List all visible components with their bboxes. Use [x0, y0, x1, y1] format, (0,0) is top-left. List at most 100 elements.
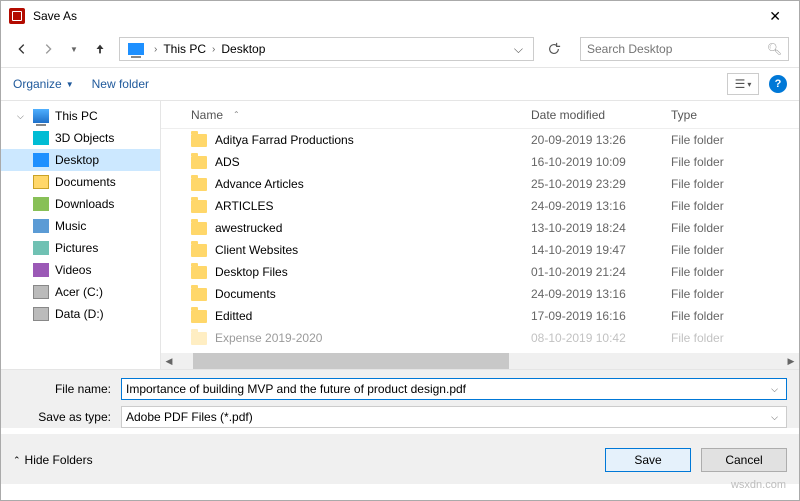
tree-item-downloads[interactable]: Downloads — [1, 193, 160, 215]
file-name: awestrucked — [215, 221, 282, 235]
file-date: 13-10-2019 18:24 — [531, 221, 671, 235]
file-name: Advance Articles — [215, 177, 304, 191]
column-name[interactable]: Name⌃ — [161, 108, 531, 122]
search-input[interactable] — [587, 42, 767, 56]
tree-item-desktop[interactable]: Desktop — [1, 149, 160, 171]
filename-field[interactable]: ⌵ — [121, 378, 787, 400]
tree-item-label: Videos — [55, 263, 91, 277]
breadcrumb-dropdown[interactable]: ⌵ — [508, 42, 529, 57]
table-row[interactable]: Desktop Files01-10-2019 21:24File folder — [161, 261, 799, 283]
back-button[interactable] — [11, 38, 33, 60]
horizontal-scrollbar[interactable]: ◀ ▶ — [161, 353, 799, 369]
titlebar: Save As ✕ — [1, 1, 799, 31]
pics-icon — [33, 241, 49, 255]
savetype-dropdown-icon[interactable]: ⌵ — [767, 412, 782, 423]
forward-button[interactable] — [37, 38, 59, 60]
savetype-label: Save as type: — [13, 410, 121, 424]
file-name: ARTICLES — [215, 199, 273, 213]
filename-label: File name: — [13, 382, 121, 396]
column-date[interactable]: Date modified — [531, 108, 671, 122]
tree-item-label: Pictures — [55, 241, 98, 255]
refresh-button[interactable] — [542, 37, 566, 61]
table-row[interactable]: Documents 24-09-2019 13:16File folder — [161, 283, 799, 305]
save-button[interactable]: Save — [605, 448, 691, 472]
scroll-thumb[interactable] — [193, 353, 509, 369]
breadcrumb[interactable]: › This PC › Desktop ⌵ — [119, 37, 534, 61]
table-row[interactable]: Editted17-09-2019 16:16File folder — [161, 305, 799, 327]
file-date: 17-09-2019 16:16 — [531, 309, 671, 323]
file-date: 24-09-2019 13:16 — [531, 287, 671, 301]
up-button[interactable] — [89, 38, 111, 60]
file-type: File folder — [671, 331, 799, 345]
table-row[interactable]: ADS16-10-2019 10:09File folder — [161, 151, 799, 173]
scroll-track[interactable] — [193, 353, 767, 369]
window-title: Save As — [33, 9, 759, 23]
folder-icon — [191, 156, 207, 169]
file-name: Documents — [215, 287, 276, 301]
chevron-right-icon: › — [212, 44, 215, 55]
file-name: Aditya Farrad Productions — [215, 133, 354, 147]
chevron-right-icon: › — [154, 44, 157, 55]
table-row[interactable]: awestrucked 13-10-2019 18:24File folder — [161, 217, 799, 239]
cancel-button[interactable]: Cancel — [701, 448, 787, 472]
new-folder-button[interactable]: New folder — [92, 77, 149, 91]
drive-icon — [33, 285, 49, 299]
tree-item-data-d-[interactable]: Data (D:) — [1, 303, 160, 325]
file-rows: Aditya Farrad Productions 20-09-2019 13:2… — [161, 129, 799, 353]
file-type: File folder — [671, 287, 799, 301]
table-row[interactable]: Expense 2019-202008-10-2019 10:42File fo… — [161, 327, 799, 349]
search-icon[interactable]: 🔍︎ — [767, 42, 782, 56]
tree-item-this-pc[interactable]: ⌵This PC — [1, 105, 160, 127]
file-name: Expense 2019-2020 — [215, 331, 322, 345]
file-type: File folder — [671, 133, 799, 147]
file-name: Editted — [215, 309, 252, 323]
tree-item-3d-objects[interactable]: 3D Objects — [1, 127, 160, 149]
search-box[interactable]: 🔍︎ — [580, 37, 789, 61]
file-list: Name⌃ Date modified Type Aditya Farrad P… — [161, 101, 799, 369]
tree-item-documents[interactable]: Documents — [1, 171, 160, 193]
file-type: File folder — [671, 199, 799, 213]
hide-folders-button[interactable]: ⌃Hide Folders — [13, 453, 93, 467]
tree-item-music[interactable]: Music — [1, 215, 160, 237]
file-date: 20-09-2019 13:26 — [531, 133, 671, 147]
organize-label: Organize — [13, 77, 62, 91]
view-options-button[interactable]: ☰▾ — [727, 73, 759, 95]
pc-icon — [128, 43, 144, 55]
savetype-field[interactable]: Adobe PDF Files (*.pdf) ⌵ — [121, 406, 787, 428]
file-date: 16-10-2019 10:09 — [531, 155, 671, 169]
form-area: File name: ⌵ Save as type: Adobe PDF Fil… — [1, 369, 799, 428]
dialog-footer: ⌃Hide Folders Save Cancel — [1, 434, 799, 484]
crumb-this-pc[interactable]: This PC — [163, 42, 206, 56]
folder-icon — [191, 288, 207, 301]
folder-icon — [191, 332, 207, 345]
help-button[interactable]: ? — [769, 75, 787, 93]
file-type: File folder — [671, 221, 799, 235]
table-row[interactable]: ARTICLES24-09-2019 13:16File folder — [161, 195, 799, 217]
tree-item-pictures[interactable]: Pictures — [1, 237, 160, 259]
close-button[interactable]: ✕ — [759, 4, 791, 29]
tree-item-acer-c-[interactable]: Acer (C:) — [1, 281, 160, 303]
filename-input[interactable] — [126, 382, 767, 396]
tree-item-label: Acer (C:) — [55, 285, 103, 299]
file-type: File folder — [671, 177, 799, 191]
crumb-desktop[interactable]: Desktop — [221, 42, 265, 56]
recent-dropdown[interactable]: ▼ — [63, 38, 85, 60]
table-row[interactable]: Aditya Farrad Productions 20-09-2019 13:2… — [161, 129, 799, 151]
docs-icon — [33, 175, 49, 189]
tree-item-videos[interactable]: Videos — [1, 259, 160, 281]
tree-item-label: Data (D:) — [55, 307, 104, 321]
pc-icon — [33, 109, 49, 123]
column-headers: Name⌃ Date modified Type — [161, 101, 799, 129]
organize-menu[interactable]: Organize▼ — [13, 77, 74, 91]
tree-item-label: Documents — [55, 175, 116, 189]
table-row[interactable]: Client Websites14-10-2019 19:47File fold… — [161, 239, 799, 261]
file-date: 01-10-2019 21:24 — [531, 265, 671, 279]
filename-dropdown-icon[interactable]: ⌵ — [767, 384, 782, 395]
scroll-left-icon[interactable]: ◀ — [161, 356, 177, 367]
file-type: File folder — [671, 265, 799, 279]
scroll-right-icon[interactable]: ▶ — [783, 356, 799, 367]
main-area: ⌵This PC3D ObjectsDesktop Documents Downlo… — [1, 101, 799, 369]
column-type[interactable]: Type — [671, 108, 799, 122]
toolbar: Organize▼ New folder ☰▾ ? — [1, 67, 799, 101]
table-row[interactable]: Advance Articles25-10-2019 23:29File fol… — [161, 173, 799, 195]
